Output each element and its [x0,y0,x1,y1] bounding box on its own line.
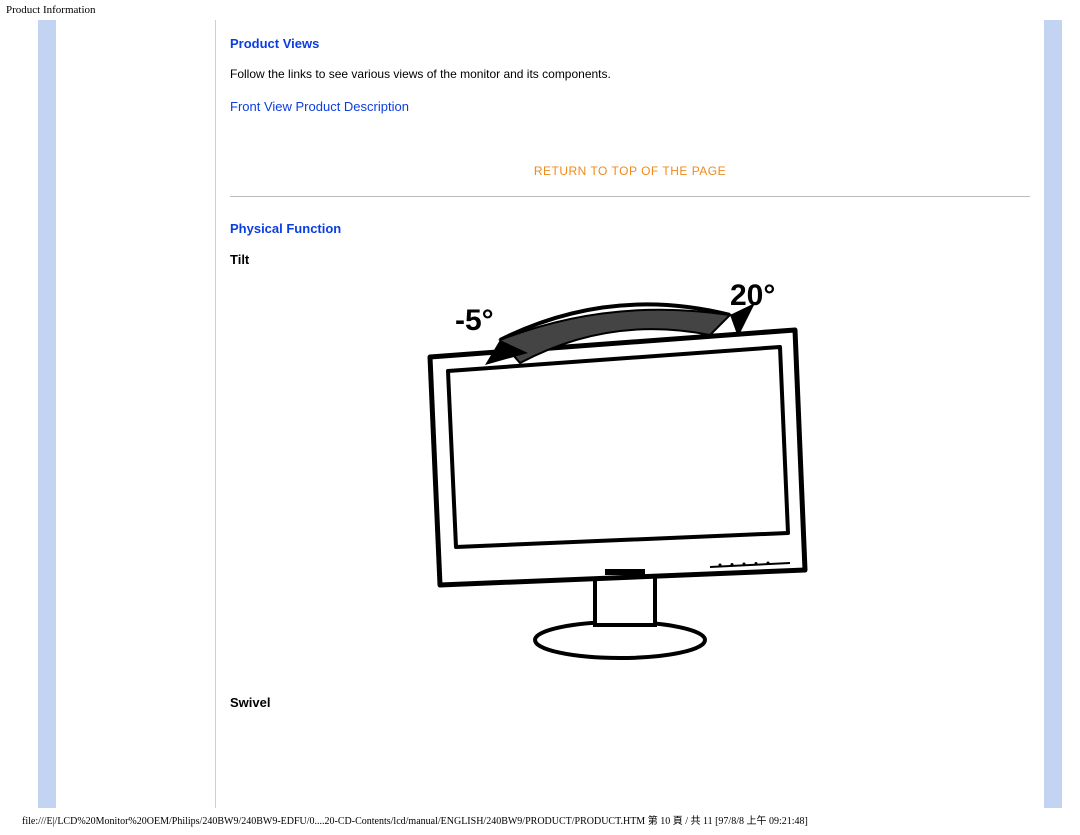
tilt-diagram: -5° 20° [360,275,900,675]
tilt-label: Tilt [230,252,1030,267]
main-frame: Product Views Follow the links to see va… [0,20,1080,808]
front-view-link[interactable]: Front View Product Description [230,99,409,114]
angle-back-label: -5° [455,304,494,337]
right-decor-stripe [1044,20,1062,808]
swivel-label: Swivel [230,695,1030,710]
return-to-top-link[interactable]: RETURN TO TOP OF THE PAGE [230,164,1030,178]
product-views-text: Follow the links to see various views of… [230,67,1030,81]
product-views-heading: Product Views [230,20,1030,51]
angle-forward-label: 20° [730,279,775,312]
left-nav-column [56,20,215,808]
footer-file-path: file:///E|/LCD%20Monitor%20OEM/Philips/2… [0,808,1080,835]
page-header-title: Product Information [0,0,1080,20]
physical-function-heading: Physical Function [230,215,1030,236]
section-divider [230,196,1030,197]
monitor-tilt-icon: -5° 20° [360,275,900,675]
content-column: Product Views Follow the links to see va… [215,20,1044,808]
left-decor-stripe [38,20,56,808]
